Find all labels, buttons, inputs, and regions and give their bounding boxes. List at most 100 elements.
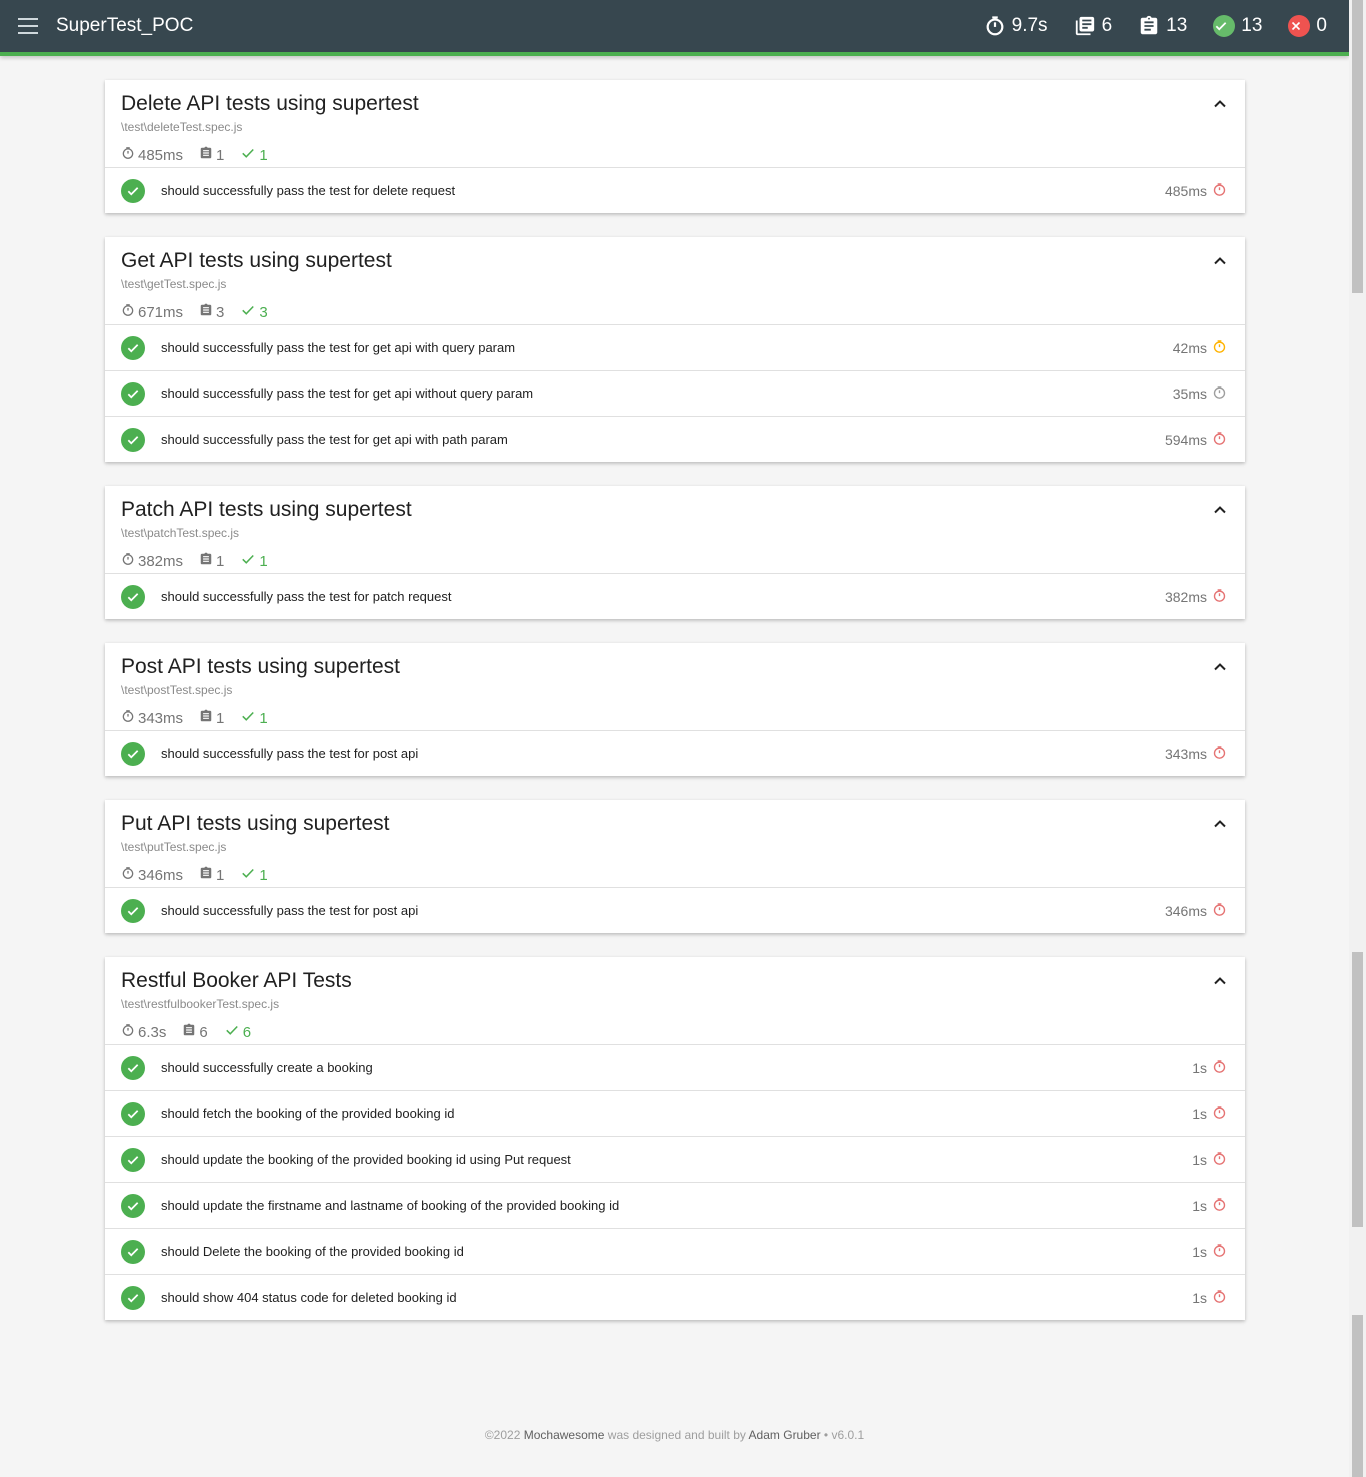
suite-test-count-value: 1 — [216, 146, 225, 164]
suite-card: Delete API tests using supertest \test\de… — [105, 80, 1245, 213]
suite-stats: 6.3s 6 6 — [121, 1023, 1229, 1041]
suites-stat[interactable]: 6 — [1074, 15, 1112, 37]
suite-test-count: 1 — [199, 146, 224, 164]
tests-stat[interactable]: 13 — [1138, 15, 1187, 37]
menu-icon[interactable] — [18, 18, 38, 34]
scrollbar-thumb-tertiary[interactable] — [1352, 1315, 1363, 1477]
report-title: SuperTest_POC — [56, 15, 194, 36]
suite-duration-value: 382ms — [138, 552, 184, 570]
test-row[interactable]: should update the booking of the provide… — [105, 1137, 1245, 1183]
suite-test-count: 1 — [199, 866, 224, 884]
test-duration: 1s — [1192, 1059, 1227, 1077]
suite-stats: 671ms 3 3 — [121, 303, 1229, 321]
timer-icon — [1207, 1243, 1227, 1261]
pass-check-icon — [121, 1285, 145, 1310]
collapse-chevron-icon[interactable] — [1213, 502, 1227, 520]
test-duration-value: 346ms — [1164, 902, 1207, 919]
test-duration: 42ms — [1173, 339, 1227, 357]
scrollbar-thumb[interactable] — [1352, 0, 1363, 293]
test-title: should successfully pass the test for ge… — [161, 432, 508, 447]
test-duration-value: 42ms — [1172, 339, 1207, 356]
test-duration: 1s — [1192, 1289, 1227, 1307]
test-title: should successfully pass the test for de… — [161, 183, 456, 198]
suite-test-count: 3 — [199, 303, 224, 321]
test-row[interactable]: should successfully pass the test for ge… — [105, 417, 1245, 462]
pass-check-icon — [121, 584, 145, 609]
test-duration-value: 1s — [1192, 1059, 1207, 1076]
collapse-chevron-icon[interactable] — [1213, 816, 1227, 834]
passed-stat[interactable]: 13 — [1213, 15, 1262, 37]
footer-author-link[interactable]: Adam Gruber — [749, 1428, 821, 1442]
suite-duration: 382ms — [121, 552, 183, 570]
test-row[interactable]: should fetch the booking of the provided… — [105, 1091, 1245, 1137]
cancel-circle-icon — [1288, 15, 1311, 37]
suite-pass-count: 1 — [240, 709, 268, 727]
pass-check-icon — [121, 1101, 145, 1126]
timer-icon — [986, 16, 1004, 36]
suite-pass-count: 3 — [240, 303, 268, 321]
collapse-chevron-icon[interactable] — [1213, 96, 1227, 114]
suite-header: Put API tests using supertest \test\putTe… — [105, 800, 1245, 888]
collapse-chevron-icon[interactable] — [1213, 973, 1227, 991]
test-duration-value: 382ms — [1164, 588, 1207, 605]
test-row[interactable]: should show 404 status code for deleted … — [105, 1275, 1245, 1320]
test-duration-value: 594ms — [1164, 431, 1207, 448]
test-row[interactable]: should successfully pass the test for po… — [105, 731, 1245, 776]
timer-icon — [1207, 182, 1227, 200]
test-row[interactable]: should successfully create a booking 1s — [105, 1045, 1245, 1091]
footer: ©2022 Mochawesome was designed and built… — [0, 1428, 1349, 1442]
suite-test-count-value: 1 — [216, 709, 225, 727]
test-duration: 594ms — [1165, 431, 1227, 449]
timer-icon — [1207, 745, 1227, 763]
test-row[interactable]: should update the firstname and lastname… — [105, 1183, 1245, 1229]
timer-icon — [121, 146, 138, 164]
timer-icon — [121, 552, 138, 570]
timer-icon — [1207, 385, 1227, 403]
test-row[interactable]: should successfully pass the test for ge… — [105, 371, 1245, 417]
test-duration: 1s — [1192, 1243, 1227, 1261]
test-title: should successfully pass the test for po… — [161, 903, 419, 918]
pass-check-icon — [121, 1055, 145, 1080]
suite-stats: 343ms 1 1 — [121, 709, 1229, 727]
test-row[interactable]: should successfully pass the test for ge… — [105, 325, 1245, 371]
test-row[interactable]: should successfully pass the test for pa… — [105, 574, 1245, 619]
test-row[interactable]: should successfully pass the test for de… — [105, 168, 1245, 213]
scrollbar-thumb-secondary[interactable] — [1352, 952, 1363, 1227]
suite-pass-count: 1 — [240, 866, 268, 884]
pass-check-icon — [121, 741, 145, 766]
test-title: should show 404 status code for deleted … — [161, 1290, 457, 1305]
test-title: should successfully pass the test for ge… — [161, 340, 516, 355]
test-row[interactable]: should successfully pass the test for po… — [105, 888, 1245, 933]
test-duration: 1s — [1192, 1151, 1227, 1169]
test-title: should successfully pass the test for po… — [161, 746, 419, 761]
failed-stat[interactable]: 0 — [1288, 15, 1327, 37]
suite-pass-count: 1 — [240, 552, 268, 570]
suite-filename: \test\putTest.spec.js — [121, 840, 227, 854]
suite-test-count-value: 1 — [216, 866, 225, 884]
test-title: should update the booking of the provide… — [161, 1152, 571, 1167]
pass-check-icon — [121, 1147, 145, 1172]
test-row[interactable]: should Delete the booking of the provide… — [105, 1229, 1245, 1275]
assignment-icon — [199, 552, 216, 570]
pass-check-icon — [121, 1239, 145, 1264]
assignment-icon — [199, 146, 216, 164]
test-duration-value: 343ms — [1164, 745, 1207, 762]
timer-icon — [121, 303, 138, 321]
collapse-chevron-icon[interactable] — [1213, 659, 1227, 677]
assignment-icon — [1140, 15, 1158, 35]
timer-icon — [1207, 1105, 1227, 1123]
footer-product-link[interactable]: Mochawesome — [524, 1428, 605, 1442]
test-duration: 485ms — [1165, 182, 1227, 200]
suite-duration: 671ms — [121, 303, 183, 321]
scrollbar[interactable] — [1349, 0, 1366, 1477]
footer-version: • v6.0.1 — [823, 1428, 865, 1442]
suite-duration-value: 6.3s — [138, 1023, 167, 1041]
timer-icon — [1207, 339, 1227, 357]
duration-stat[interactable]: 9.7s — [984, 15, 1048, 37]
suite-card: Put API tests using supertest \test\putTe… — [105, 800, 1245, 933]
test-duration-value: 1s — [1192, 1197, 1207, 1214]
pass-check-icon — [121, 178, 145, 203]
suite-duration-value: 346ms — [138, 866, 184, 884]
test-title: should fetch the booking of the provided… — [161, 1106, 455, 1121]
collapse-chevron-icon[interactable] — [1213, 253, 1227, 271]
